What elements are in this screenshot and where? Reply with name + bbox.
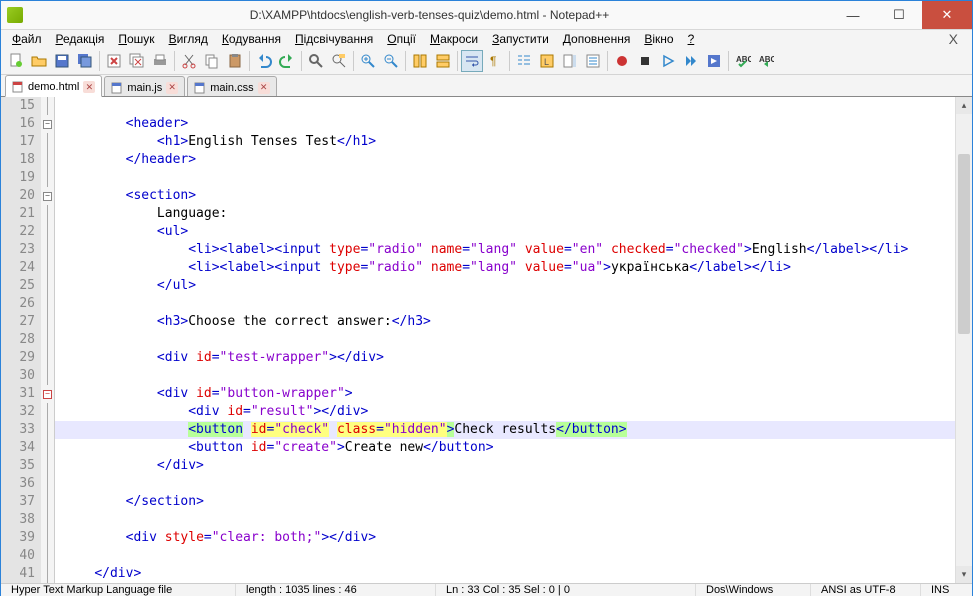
scroll-track[interactable] xyxy=(956,114,972,566)
scroll-thumb[interactable] xyxy=(958,154,970,334)
menu-вигляд[interactable]: Вигляд xyxy=(162,30,215,48)
svg-text:L: L xyxy=(544,57,549,67)
play-multi-button[interactable] xyxy=(680,50,702,72)
fold-column[interactable]: −−− xyxy=(41,97,55,583)
save-button[interactable] xyxy=(51,50,73,72)
code-editor[interactable]: <header> <h1>English Tenses Test</h1> </… xyxy=(55,97,955,583)
record-macro-button[interactable] xyxy=(611,50,633,72)
menubar-close-icon[interactable]: X xyxy=(939,31,968,47)
editor-area: 1516171819202122232425262728293031323334… xyxy=(1,97,972,583)
redo-button[interactable] xyxy=(276,50,298,72)
svg-text:¶: ¶ xyxy=(490,54,496,68)
menu-редакція[interactable]: Редакція xyxy=(49,30,112,48)
titlebar[interactable]: D:\XAMPP\htdocs\english-verb-tenses-quiz… xyxy=(1,1,972,30)
menu-файл[interactable]: Файл xyxy=(5,30,49,48)
toolbar: ¶ L ABC ABC xyxy=(1,48,972,75)
save-macro-button[interactable] xyxy=(703,50,725,72)
scroll-up-button[interactable]: ▴ xyxy=(956,97,972,114)
status-filetype: Hyper Text Markup Language file xyxy=(1,584,236,596)
wordwrap-button[interactable] xyxy=(461,50,483,72)
copy-button[interactable] xyxy=(201,50,223,72)
zoom-in-button[interactable] xyxy=(357,50,379,72)
menu-кодування[interactable]: Кодування xyxy=(215,30,288,48)
app-window: D:\XAMPP\htdocs\english-verb-tenses-quiz… xyxy=(0,0,973,596)
tab-demo-html[interactable]: demo.html✕ xyxy=(5,75,102,97)
spellcheck-next-button[interactable]: ABC xyxy=(755,50,777,72)
tab-bar: demo.html✕main.js✕main.css✕ xyxy=(1,75,972,97)
window-title: D:\XAMPP\htdocs\english-verb-tenses-quiz… xyxy=(29,8,830,22)
close-button[interactable]: ✕ xyxy=(922,1,972,29)
indent-guide-button[interactable] xyxy=(513,50,535,72)
cut-button[interactable] xyxy=(178,50,200,72)
undo-button[interactable] xyxy=(253,50,275,72)
statusbar: Hyper Text Markup Language file length :… xyxy=(1,583,972,596)
menu-макроси[interactable]: Макроси xyxy=(423,30,485,48)
sync-h-button[interactable] xyxy=(432,50,454,72)
replace-button[interactable] xyxy=(328,50,350,72)
status-insert-mode: INS xyxy=(921,584,972,596)
app-icon xyxy=(7,7,23,23)
new-file-button[interactable] xyxy=(5,50,27,72)
menu-опції[interactable]: Опції xyxy=(380,30,423,48)
open-file-button[interactable] xyxy=(28,50,50,72)
menu-пошук[interactable]: Пошук xyxy=(111,30,161,48)
paste-button[interactable] xyxy=(224,50,246,72)
tab-close-icon[interactable]: ✕ xyxy=(166,82,178,94)
close-all-button[interactable] xyxy=(126,50,148,72)
close-file-button[interactable] xyxy=(103,50,125,72)
tab-close-icon[interactable]: ✕ xyxy=(83,81,95,93)
status-position: Ln : 33 Col : 35 Sel : 0 | 0 xyxy=(436,584,696,596)
save-all-button[interactable] xyxy=(74,50,96,72)
docmap-button[interactable] xyxy=(559,50,581,72)
menu-?[interactable]: ? xyxy=(681,30,702,48)
menu-доповнення[interactable]: Доповнення xyxy=(556,30,638,48)
zoom-out-button[interactable] xyxy=(380,50,402,72)
status-eol: Dos\Windows xyxy=(696,584,811,596)
udl-button[interactable]: L xyxy=(536,50,558,72)
minimize-button[interactable]: — xyxy=(830,1,876,29)
menu-запустити[interactable]: Запустити xyxy=(485,30,556,48)
line-number-gutter[interactable]: 1516171819202122232425262728293031323334… xyxy=(1,97,41,583)
vertical-scrollbar[interactable]: ▴ ▾ xyxy=(955,97,972,583)
tab-main-css[interactable]: main.css✕ xyxy=(187,76,276,96)
tab-main-js[interactable]: main.js✕ xyxy=(104,76,185,96)
sync-v-button[interactable] xyxy=(409,50,431,72)
funclist-button[interactable] xyxy=(582,50,604,72)
stop-macro-button[interactable] xyxy=(634,50,656,72)
status-length: length : 1035 lines : 46 xyxy=(236,584,436,596)
tab-close-icon[interactable]: ✕ xyxy=(258,82,270,94)
scroll-down-button[interactable]: ▾ xyxy=(956,566,972,583)
maximize-button[interactable]: ☐ xyxy=(876,1,922,29)
show-all-chars-button[interactable]: ¶ xyxy=(484,50,506,72)
menubar: ФайлРедакціяПошукВиглядКодуванняПідсвічу… xyxy=(1,30,972,48)
play-macro-button[interactable] xyxy=(657,50,679,72)
menu-вікно[interactable]: Вікно xyxy=(637,30,680,48)
status-encoding: ANSI as UTF-8 xyxy=(811,584,921,596)
find-button[interactable] xyxy=(305,50,327,72)
print-button[interactable] xyxy=(149,50,171,72)
menu-підсвічування[interactable]: Підсвічування xyxy=(288,30,380,48)
spellcheck-button[interactable]: ABC xyxy=(732,50,754,72)
